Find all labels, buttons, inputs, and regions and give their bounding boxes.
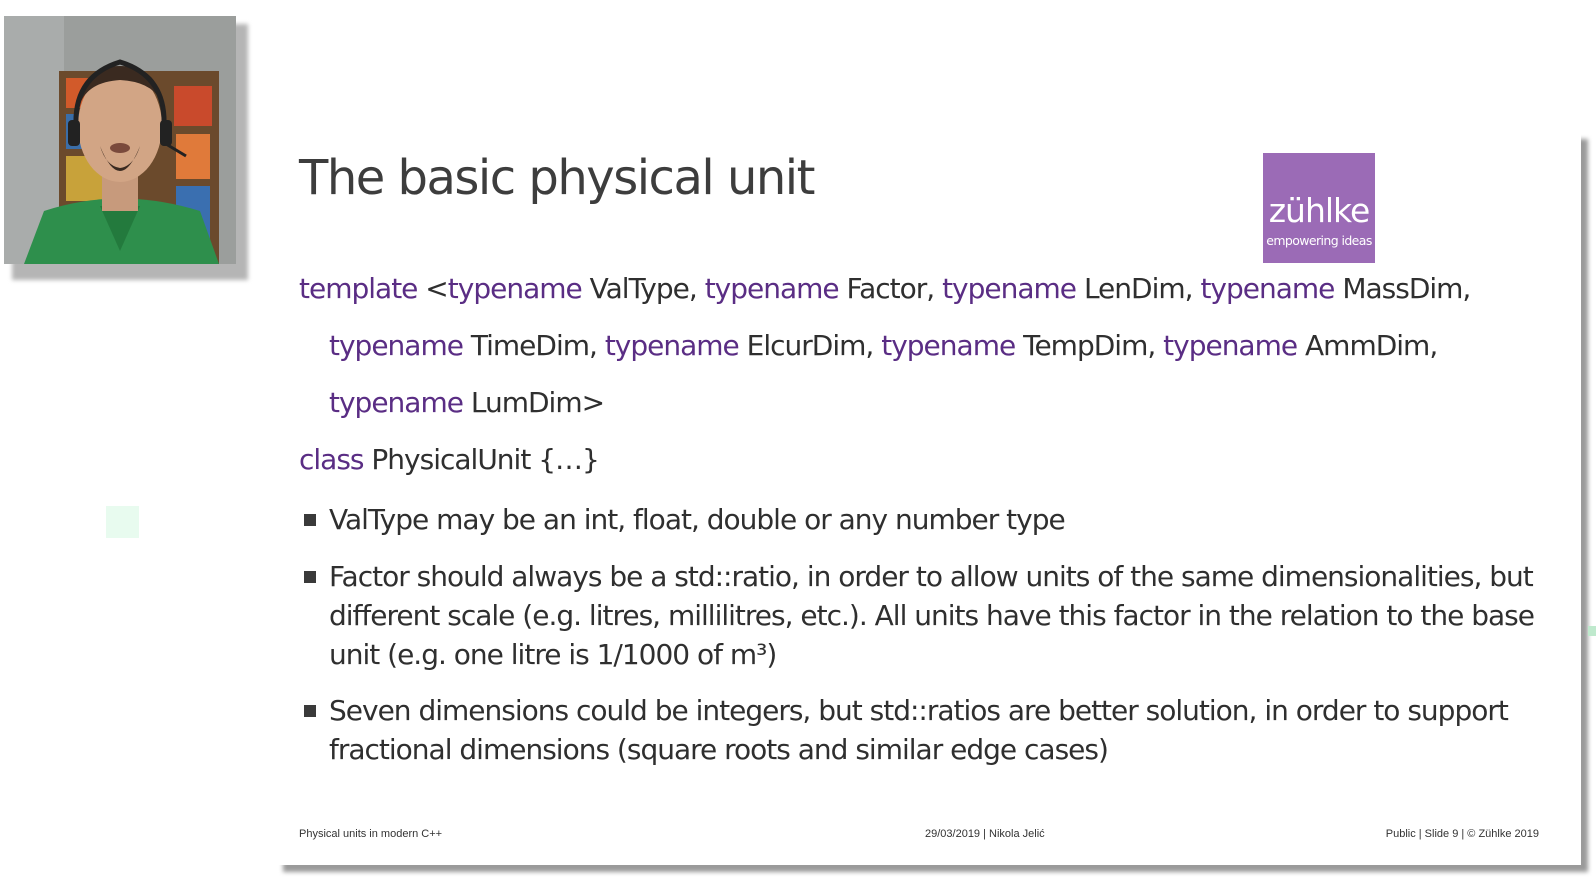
code-text: MassDim,	[1334, 272, 1471, 305]
code-keyword: typename	[604, 329, 740, 362]
code-keyword: template	[299, 272, 418, 305]
screen-artifact	[106, 506, 139, 538]
code-text: TimeDim,	[462, 329, 605, 362]
zuhlke-logo: zühlke empowering ideas	[1263, 153, 1375, 263]
code-text: <	[417, 272, 448, 305]
code-line-params-end: typename LumDim>	[329, 386, 605, 419]
code-text: TempDim,	[1015, 329, 1164, 362]
code-text: ElcurDim,	[738, 329, 882, 362]
presenter-video-image	[4, 16, 236, 264]
code-keyword: typename	[329, 329, 464, 362]
code-text: ValType,	[581, 272, 705, 305]
code-text: Factor,	[838, 272, 943, 305]
bullet-text: Seven dimensions could be integers, but …	[329, 694, 1509, 766]
webcam-video-thumbnail	[4, 16, 236, 264]
bullet-square-icon	[304, 571, 316, 583]
bullet-square-icon	[304, 514, 316, 526]
code-keyword: class	[299, 443, 365, 476]
code-line-params: typename TimeDim, typename ElcurDim, typ…	[329, 329, 1438, 362]
code-keyword: typename	[329, 386, 464, 419]
bullet-text: Factor should always be a std::ratio, in…	[329, 560, 1535, 671]
slide-title: The basic physical unit	[299, 150, 815, 206]
code-keyword: typename	[1200, 272, 1335, 305]
logo-tagline: empowering ideas	[1266, 233, 1372, 248]
bullet-square-icon	[304, 705, 316, 717]
code-text: LenDim,	[1076, 272, 1201, 305]
screen-artifact	[1588, 626, 1596, 636]
code-keyword: typename	[704, 272, 840, 305]
code-line-class: class PhysicalUnit {…}	[299, 443, 600, 476]
bullet-item: ValType may be an int, float, double or …	[304, 500, 1534, 540]
footer-date-author: 29/03/2019 | Nikola Jelić	[925, 828, 1045, 840]
bullet-item: Seven dimensions could be integers, but …	[304, 691, 1534, 769]
code-text: PhysicalUnit {…}	[363, 443, 599, 476]
footer-slide-info: Public | Slide 9 | © Zühlke 2019	[1385, 828, 1539, 840]
code-keyword: typename	[447, 272, 583, 305]
logo-wordmark: zühlke	[1268, 191, 1371, 230]
footer-presentation-title: Physical units in modern C++	[299, 828, 443, 840]
bullet-item: Factor should always be a std::ratio, in…	[304, 557, 1535, 674]
code-keyword: typename	[1163, 329, 1298, 362]
code-keyword: typename	[881, 329, 1016, 362]
code-keyword: typename	[942, 272, 1077, 305]
bullet-text: ValType may be an int, float, double or …	[329, 503, 1066, 536]
code-text: LumDim>	[462, 386, 605, 419]
code-line-template: template <typename ValType, typename Fac…	[299, 272, 1471, 305]
code-text: AmmDim,	[1297, 329, 1438, 362]
